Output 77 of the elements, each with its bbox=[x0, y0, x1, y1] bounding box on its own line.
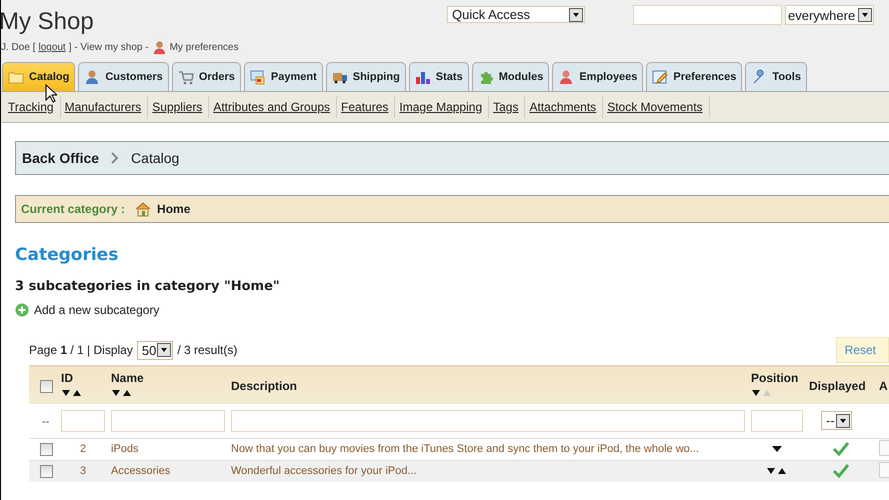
bar-chart-icon bbox=[414, 69, 431, 85]
subnav-link[interactable]: Manufacturers bbox=[60, 96, 148, 118]
nav-tab[interactable]: Preferences bbox=[646, 62, 742, 91]
quick-access-select[interactable]: Quick Access bbox=[447, 6, 585, 23]
breadcrumb-item[interactable]: Catalog bbox=[131, 150, 180, 166]
table-cell: iPods bbox=[111, 443, 139, 455]
search-field[interactable] bbox=[633, 5, 782, 25]
search-scope-select[interactable]: everywhere bbox=[785, 5, 874, 25]
column-header: ID bbox=[61, 371, 74, 385]
table-cell: 2 bbox=[80, 443, 86, 455]
id-filter-field[interactable] bbox=[61, 410, 105, 432]
current-category-label: Current category : bbox=[21, 202, 126, 216]
view-shop-text: ] - View my shop - bbox=[68, 42, 149, 53]
table-cell: Wonderful accessories for your iPod... bbox=[231, 465, 417, 478]
row-checkbox[interactable] bbox=[40, 464, 53, 478]
subnav-link[interactable]: Stock Movements bbox=[603, 96, 710, 118]
nav-tab[interactable]: Stats bbox=[408, 62, 469, 91]
current-category-value[interactable]: Home bbox=[157, 202, 190, 216]
pencil-icon bbox=[652, 69, 668, 85]
description-filter-field[interactable] bbox=[231, 410, 745, 432]
sort-arrows-icon[interactable] bbox=[61, 389, 83, 397]
column-header: Name bbox=[111, 371, 145, 385]
section-title: Categories bbox=[15, 245, 120, 265]
nav-tab[interactable]: Employees bbox=[552, 62, 644, 91]
action-button[interactable] bbox=[879, 462, 889, 478]
person-icon bbox=[84, 69, 100, 85]
card-icon bbox=[250, 69, 266, 85]
column-header: Description bbox=[231, 378, 298, 392]
logout-link[interactable]: logout bbox=[38, 42, 66, 53]
user-text: J. Doe [ bbox=[1, 42, 36, 53]
checkmark-icon[interactable] bbox=[833, 464, 849, 478]
add-icon bbox=[15, 303, 29, 317]
add-subcategory-link[interactable]: Add a new subcategory bbox=[34, 303, 160, 317]
table-cell: Now that you can buy movies from the iTunes Store and sync them to your iPod, the whole wo... bbox=[231, 443, 699, 455]
person-icon bbox=[558, 69, 574, 85]
select-all-checkbox[interactable] bbox=[40, 380, 53, 393]
nav-tab[interactable]: Customers bbox=[78, 62, 169, 91]
name-filter-field[interactable] bbox=[111, 410, 225, 432]
pagination-text: Page 1 / 1 | Display bbox=[29, 343, 133, 357]
nav-tab[interactable]: Modules bbox=[472, 62, 550, 91]
subnav-link[interactable]: Suppliers bbox=[148, 96, 210, 118]
sort-arrows-icon[interactable] bbox=[111, 389, 133, 397]
nav-tab[interactable]: Tools bbox=[745, 62, 807, 91]
table-cell: Accessories bbox=[111, 465, 170, 478]
nav-tab[interactable]: Orders bbox=[172, 62, 241, 91]
nav-tab[interactable]: Catalog bbox=[2, 62, 76, 91]
result-count: / 3 result(s) bbox=[177, 343, 238, 357]
preferences-link[interactable]: My preferences bbox=[170, 42, 238, 53]
subnav-link[interactable]: Tracking bbox=[4, 96, 61, 118]
move-arrows-icon[interactable] bbox=[766, 467, 788, 476]
house-icon bbox=[135, 201, 152, 217]
subnav-link[interactable]: Features bbox=[337, 96, 396, 118]
breadcrumb-item[interactable]: Back Office bbox=[22, 150, 100, 166]
cart-icon bbox=[178, 69, 194, 85]
subnav-link[interactable]: Attributes and Groups bbox=[209, 96, 338, 118]
filter-reset-text: -- bbox=[42, 416, 50, 428]
action-button[interactable] bbox=[879, 440, 889, 456]
shop-title: My Shop bbox=[1, 8, 95, 36]
row-checkbox[interactable] bbox=[40, 442, 53, 456]
checkmark-icon[interactable] bbox=[833, 442, 849, 456]
column-header: Position bbox=[751, 371, 800, 385]
position-filter-field[interactable] bbox=[751, 410, 803, 432]
nav-tab[interactable]: Shipping bbox=[326, 62, 406, 91]
displayed-filter-select[interactable]: -- bbox=[821, 411, 852, 430]
sort-arrows-icon[interactable] bbox=[751, 389, 773, 397]
subcategory-count: 3 subcategories in category "Home" bbox=[15, 279, 281, 294]
person-icon bbox=[152, 40, 167, 55]
subnav-link[interactable]: Image Mapping bbox=[395, 96, 490, 118]
table-cell: 3 bbox=[80, 465, 86, 478]
chevron-icon bbox=[111, 152, 120, 164]
column-header: Displayed bbox=[809, 378, 867, 392]
subnav-link[interactable]: Attachments bbox=[525, 96, 604, 118]
nav-tab[interactable]: Payment bbox=[244, 62, 323, 91]
mouse-cursor-icon bbox=[45, 84, 57, 103]
column-header: A bbox=[879, 378, 889, 392]
per-page-select[interactable]: 50 bbox=[136, 340, 174, 360]
subnav-link[interactable]: Tags bbox=[489, 96, 526, 118]
